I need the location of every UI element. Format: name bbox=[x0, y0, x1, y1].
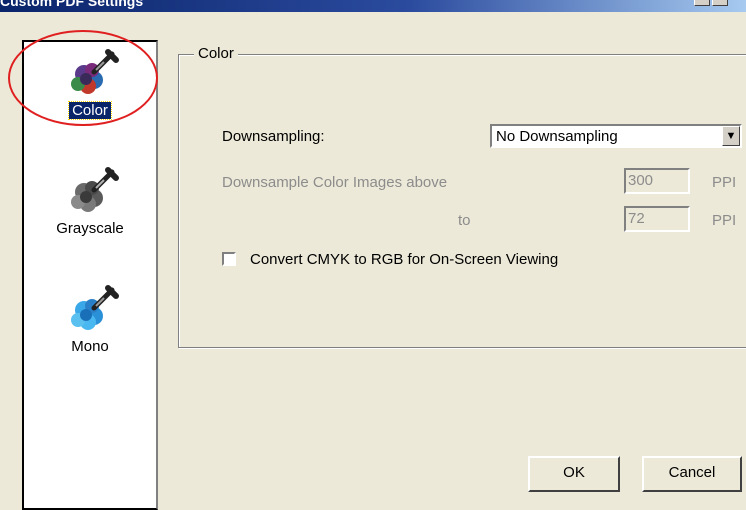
downsampling-select[interactable]: No Downsampling ▼ bbox=[490, 124, 742, 148]
sidebar-item-label: Grayscale bbox=[56, 220, 124, 237]
downsampling-label: Downsampling: bbox=[222, 128, 325, 145]
downsample-above-value: 300 bbox=[628, 172, 654, 189]
convert-cmyk-label: Convert CMYK to RGB for On-Screen Viewin… bbox=[250, 251, 559, 268]
above-unit-label: PPI bbox=[712, 174, 737, 191]
category-sidebar: Color Grayscale Mono bbox=[22, 40, 158, 510]
sidebar-item-grayscale[interactable]: Grayscale bbox=[24, 164, 156, 254]
sidebar-item-label: Color bbox=[68, 101, 112, 120]
downsample-to-value: 72 bbox=[628, 210, 645, 227]
close-button[interactable] bbox=[712, 0, 728, 6]
downsample-to-field[interactable]: 72 bbox=[624, 206, 690, 232]
downsample-above-field[interactable]: 300 bbox=[624, 168, 690, 194]
help-button[interactable] bbox=[694, 0, 710, 6]
downsampling-value: No Downsampling bbox=[496, 128, 618, 145]
to-unit-label: PPI bbox=[712, 212, 737, 229]
group-title: Color bbox=[194, 45, 238, 62]
mono-dropper-icon bbox=[71, 285, 119, 330]
sidebar-item-mono[interactable]: Mono bbox=[24, 282, 156, 372]
grayscale-dropper-icon bbox=[71, 167, 119, 212]
color-group-box bbox=[178, 54, 746, 348]
window-title: Custom PDF Settings bbox=[0, 0, 144, 9]
sidebar-item-label: Mono bbox=[71, 338, 109, 355]
cancel-button[interactable]: Cancel bbox=[642, 456, 742, 492]
to-label: to bbox=[458, 212, 471, 229]
convert-cmyk-checkbox[interactable] bbox=[222, 252, 236, 266]
ok-button[interactable]: OK bbox=[528, 456, 620, 492]
downsample-above-label: Downsample Color Images above bbox=[222, 174, 448, 191]
chevron-down-icon[interactable]: ▼ bbox=[722, 126, 740, 146]
color-dropper-icon bbox=[71, 49, 119, 94]
sidebar-item-color[interactable]: Color bbox=[24, 46, 156, 136]
title-bar: Custom PDF Settings bbox=[0, 0, 746, 12]
